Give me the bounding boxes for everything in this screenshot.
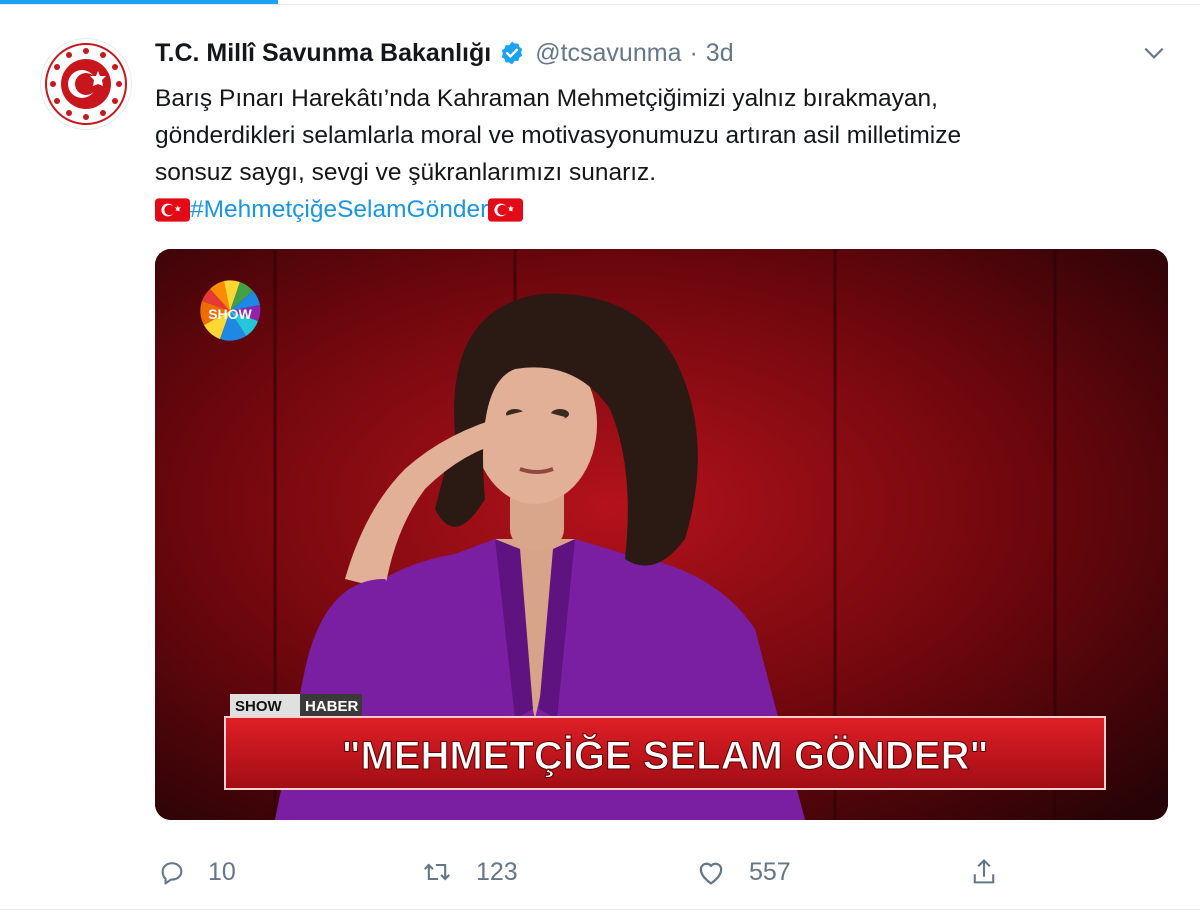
retweet-count: 123 <box>476 857 518 886</box>
tweet-header: T.C. Millî Savunma Bakanlığı @tcsavunma … <box>155 30 1167 76</box>
tweet-text-line: Barış Pınarı Harekâtı’nda Kahraman Mehme… <box>155 85 938 112</box>
tweet: T.C. Millî Savunma Bakanlığı @tcsavunma … <box>155 30 1167 228</box>
show-logo-text: SHOW <box>208 306 252 322</box>
tweet-media-image[interactable]: SHOW SHOW HABER "MEHMETÇİĞE SELAM GÖNDER… <box>155 249 1168 820</box>
chevron-down-icon[interactable] <box>1141 40 1167 71</box>
tweet-actions: 10 123 557 <box>155 845 1015 899</box>
show-tag: SHOW <box>235 698 283 715</box>
divider <box>0 909 1200 910</box>
tweet-text-line: sonsuz saygı, sevgi ve şükranlarımızı su… <box>155 159 657 186</box>
like-button[interactable]: 557 <box>695 845 791 899</box>
avatar[interactable] <box>40 38 132 130</box>
separator-dot: · <box>689 38 698 67</box>
share-icon <box>973 858 995 884</box>
seal-icon <box>45 43 127 125</box>
retweet-button[interactable]: 123 <box>420 845 518 899</box>
divider <box>0 4 1200 5</box>
handle[interactable]: @tcsavunma <box>535 39 681 68</box>
tweet-text: Barış Pınarı Harekâtı’nda Kahraman Mehme… <box>155 80 1167 191</box>
banner-text: "MEHMETÇİĞE SELAM GÖNDER" <box>342 732 989 778</box>
verified-badge-icon <box>499 40 525 66</box>
reply-icon <box>161 862 183 885</box>
haber-tag: HABER <box>305 698 359 715</box>
display-name[interactable]: T.C. Millî Savunma Bakanlığı <box>155 39 491 68</box>
like-icon <box>699 862 723 885</box>
retweet-icon <box>424 863 450 881</box>
timestamp[interactable]: 3d <box>706 39 734 68</box>
hashtag-link[interactable]: #MehmetçiğeSelamGönder <box>190 191 488 228</box>
turkish-flag-icon <box>155 197 190 222</box>
tweet-text-line: gönderdikleri selamlarla moral ve motiva… <box>155 122 962 149</box>
reply-button[interactable]: 10 <box>158 845 236 899</box>
turkish-flag-icon <box>488 197 524 222</box>
share-button[interactable] <box>970 845 998 899</box>
hashtag-row: #MehmetçiğeSelamGönder <box>155 191 1167 228</box>
media-illustration: SHOW SHOW HABER "MEHMETÇİĞE SELAM GÖNDER… <box>155 249 1168 820</box>
like-count: 557 <box>749 857 791 886</box>
reply-count: 10 <box>208 857 236 886</box>
